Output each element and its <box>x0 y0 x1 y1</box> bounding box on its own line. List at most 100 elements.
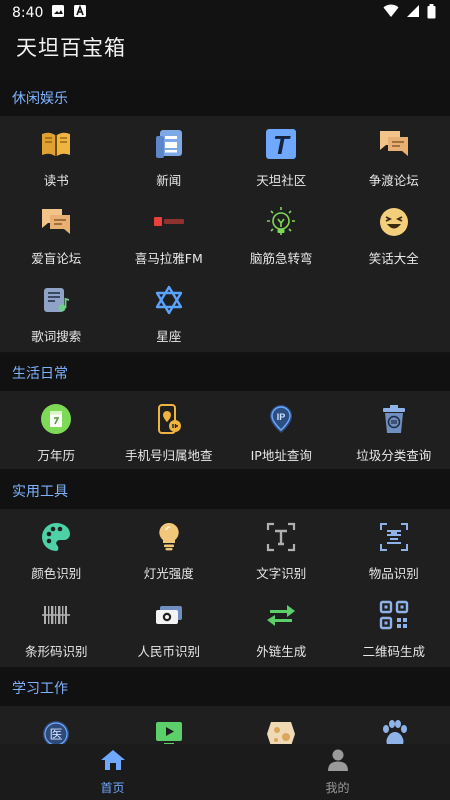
tile-rmb-recognition[interactable]: 人民币识别 <box>113 587 226 665</box>
tile-perpetual-calendar[interactable]: 万年历 <box>0 391 113 469</box>
svg-text:T: T <box>273 130 291 160</box>
lightbulb-icon <box>263 204 299 240</box>
signal-icon <box>406 4 420 22</box>
tile-ximalaya-fm[interactable]: 喜马拉雅FM <box>113 194 226 272</box>
section-header-daily-life: 生活日常 <box>0 355 450 391</box>
text-scan-icon <box>263 519 299 555</box>
paw-icon <box>376 716 412 744</box>
tile-label: IP地址查询 <box>250 448 312 463</box>
tile-label: 笑话大全 <box>368 251 419 266</box>
section-header-study-work: 学习工作 <box>0 670 450 706</box>
chat-forum-icon <box>376 126 412 162</box>
tile-paw[interactable] <box>338 706 450 744</box>
tile-label: 外链生成 <box>256 644 307 659</box>
tile-label: 爱盲论坛 <box>31 251 82 266</box>
palette-icon <box>38 519 74 555</box>
calendar-icon <box>38 401 74 437</box>
news-icon <box>151 126 187 162</box>
home-icon <box>100 748 126 776</box>
tile-garbage-sorting[interactable]: 垃圾分类查询 <box>338 391 450 469</box>
banknote-icon <box>151 597 187 633</box>
tile-label: 文字识别 <box>256 566 307 581</box>
battery-icon <box>427 3 436 23</box>
tile-label: 星座 <box>156 329 182 344</box>
image-icon <box>51 4 65 22</box>
wifi-icon <box>383 4 399 22</box>
tile-ip-lookup[interactable]: IP IP地址查询 <box>225 391 338 469</box>
nav-mine-label: 我的 <box>325 781 350 795</box>
a-letter-icon <box>73 4 87 22</box>
tile-map-pattern[interactable] <box>225 706 338 744</box>
tile-medical[interactable]: 医 <box>0 706 113 744</box>
grid-study-work: 医 <box>0 706 450 744</box>
tile-lyrics-search[interactable]: 歌词搜索 <box>0 272 113 350</box>
svg-text:医: 医 <box>50 728 63 743</box>
tile-label: 新闻 <box>156 173 182 188</box>
community-t-icon: T <box>263 126 299 162</box>
barcode-icon <box>38 597 74 633</box>
tile-label: 物品识别 <box>368 566 419 581</box>
tile-jokes[interactable]: 笑话大全 <box>338 194 450 272</box>
trash-bin-icon <box>376 401 412 437</box>
tile-label: 二维码生成 <box>362 644 425 659</box>
tile-label: 灯光强度 <box>143 566 194 581</box>
star-of-david-icon <box>151 282 187 318</box>
tile-label: 垃圾分类查询 <box>356 448 432 463</box>
tile-label: 喜马拉雅FM <box>134 251 203 266</box>
tile-text-recognition[interactable]: 文字识别 <box>225 509 338 587</box>
tile-label: 脑筋急转弯 <box>249 251 313 266</box>
tile-news[interactable]: 新闻 <box>113 116 226 194</box>
app-title: 天坦百宝箱 <box>16 36 126 60</box>
qr-code-icon <box>376 597 412 633</box>
tile-light-intensity[interactable]: 灯光强度 <box>113 509 226 587</box>
tile-label: 人民币识别 <box>137 644 200 659</box>
tile-color-recognition[interactable]: 颜色识别 <box>0 509 113 587</box>
tile-label: 手机号归属地查 <box>124 448 213 463</box>
status-time: 8:40 <box>12 5 44 21</box>
phone-location-icon <box>151 401 187 437</box>
tile-brain-teaser[interactable]: 脑筋急转弯 <box>225 194 338 272</box>
video-play-icon <box>151 716 187 744</box>
tile-label: 颜色识别 <box>31 566 82 581</box>
tile-external-link[interactable]: 外链生成 <box>225 587 338 665</box>
tile-label: 万年历 <box>37 448 75 463</box>
tile-label: 读书 <box>43 173 69 188</box>
status-bar: 8:40 <box>0 0 450 26</box>
svg-text:IP: IP <box>277 412 286 422</box>
laughing-face-icon <box>376 204 412 240</box>
grid-utilities: 颜色识别 灯光强度 文字识别 物品识别 条形码识别 人民币识别 外链生成 二维码… <box>0 509 450 667</box>
tile-video-course[interactable] <box>113 706 226 744</box>
nav-home-label: 首页 <box>100 781 125 795</box>
object-scan-icon <box>376 519 412 555</box>
music-scroll-icon <box>38 282 74 318</box>
ximalaya-logo-icon <box>151 204 187 240</box>
grid-leisure: 读书 新闻 T 天坦社区 争渡论坛 爱盲论坛 喜马拉雅FM 脑筋急转弯 笑话大全… <box>0 116 450 352</box>
tile-label: 天坦社区 <box>256 173 307 188</box>
nav-mine[interactable]: 我的 <box>225 744 450 800</box>
ip-pin-icon: IP <box>263 401 299 437</box>
section-header-leisure: 休闲娱乐 <box>0 80 450 116</box>
tile-barcode-recognition[interactable]: 条形码识别 <box>0 587 113 665</box>
tile-label: 争渡论坛 <box>368 173 419 188</box>
tile-zhengdu-forum[interactable]: 争渡论坛 <box>338 116 450 194</box>
user-icon <box>326 748 350 776</box>
tile-object-recognition[interactable]: 物品识别 <box>338 509 450 587</box>
tile-tiantan-community[interactable]: T 天坦社区 <box>225 116 338 194</box>
medical-icon: 医 <box>38 716 74 744</box>
tile-phone-location[interactable]: 手机号归属地查 <box>113 391 226 469</box>
swap-arrows-icon <box>263 597 299 633</box>
tile-aimang-forum[interactable]: 爱盲论坛 <box>0 194 113 272</box>
chat-forum-icon <box>38 204 74 240</box>
map-pattern-icon <box>263 716 299 744</box>
tile-reading[interactable]: 读书 <box>0 116 113 194</box>
bottom-nav: 首页 我的 <box>0 744 450 800</box>
grid-daily-life: 万年历 手机号归属地查 IP IP地址查询 垃圾分类查询 <box>0 391 450 469</box>
section-header-utilities: 实用工具 <box>0 473 450 509</box>
nav-home[interactable]: 首页 <box>0 744 225 800</box>
tile-qr-generation[interactable]: 二维码生成 <box>338 587 450 665</box>
tile-label: 条形码识别 <box>24 644 88 659</box>
bulb-icon <box>151 519 187 555</box>
book-icon <box>38 126 74 162</box>
tile-constellation[interactable]: 星座 <box>113 272 226 350</box>
tile-label: 歌词搜索 <box>31 329 82 344</box>
